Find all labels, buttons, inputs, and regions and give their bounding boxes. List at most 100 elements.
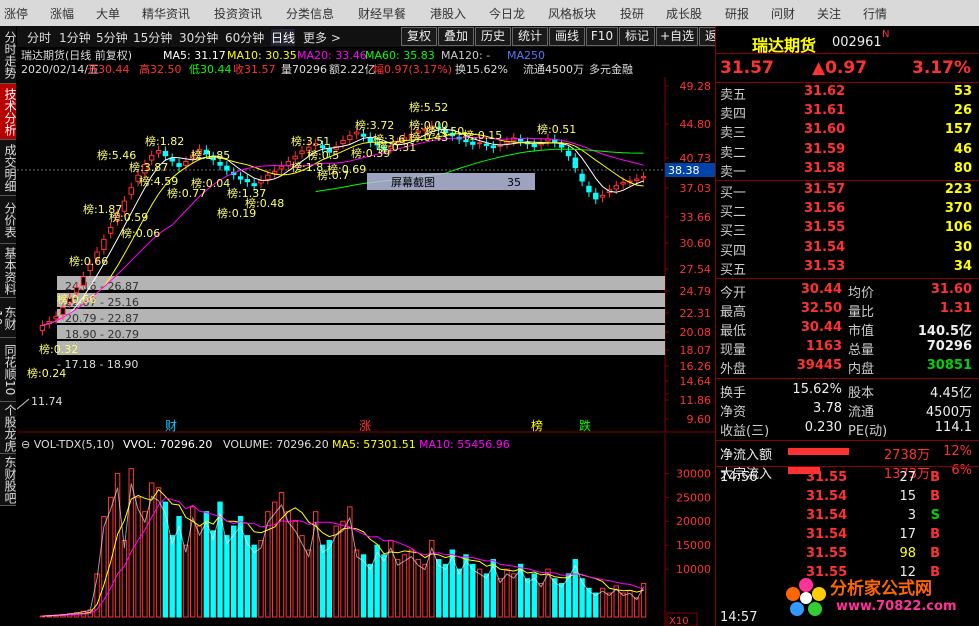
top-menu-item[interactable]: 精华资讯 [142,5,190,22]
period-tab-4[interactable]: 30分钟 [179,29,218,46]
trade-time: 14:56 [720,470,758,485]
left-tab-1[interactable]: 技术分析 [0,84,17,140]
top-menu-item[interactable]: 港股入 [430,5,466,22]
ask-volume: 157 [944,122,972,138]
top-menu-item[interactable]: 研报 [725,5,749,22]
bid-price[interactable]: 31.54 [804,240,845,255]
toolbar-button-1[interactable]: 叠加 [438,27,474,46]
last-price: 31.57 [720,58,774,78]
price-axis-label: 37.03 [680,182,712,195]
header-amount: 额2.22亿 [329,63,376,76]
candle-body [517,138,524,142]
price-axis-label: 11.86 [680,394,712,407]
header-amp: 幅0.97(3.17%) [373,63,452,76]
volume-bar [203,511,210,618]
period-tab-0[interactable]: 分时 [27,29,51,46]
toolbar-button-0[interactable]: 复权 [401,27,437,46]
bid-price[interactable]: 31.57 [804,182,845,197]
candle-body [169,157,175,162]
volume-bar [524,578,531,618]
period-tab-2[interactable]: 5分钟 [96,29,128,46]
top-menu-item[interactable]: 涨停 [4,5,28,22]
candle-body [149,155,155,161]
top-menu-item[interactable]: 大单 [96,5,120,22]
toolbar-button-6[interactable]: 标记 [619,27,655,46]
top-menu-item[interactable]: 财经早餐 [358,5,406,22]
bang-label: 榜:0.66 [69,254,108,268]
bang-label: 榜:0.06 [121,226,160,240]
volume-bar [340,520,346,618]
bang-label: 榜:0.15 [463,128,502,142]
top-menu-item[interactable]: 风格板块 [548,5,596,22]
left-tab-2[interactable]: 成交明细 [0,140,17,196]
toolbar-button-4[interactable]: 画线 [549,27,585,46]
bid-label: 买五 [720,262,747,278]
left-tab-8[interactable]: 东财股吧 [0,454,17,506]
price-axis-label: 24.79 [680,285,712,298]
top-menu-item[interactable]: 投研 [620,5,644,22]
top-menu-bar: 涨停 涨幅 大单 精华资讯 投资资讯 分类信息 财经早餐 港股入 今日龙 风格板块 投研 成长股 研报 问… [0,0,979,27]
top-menu-item[interactable]: 分类信息 [286,5,334,22]
candle-body [176,163,182,167]
bid-price[interactable]: 31.55 [804,220,845,235]
top-menu-item[interactable]: 行情 [863,5,887,22]
bang-label: 榜:0.59 [109,210,148,224]
left-tab-6[interactable]: 同花顺10 [0,338,17,402]
bang-label: 榜:1.85 [191,148,230,162]
bid-price[interactable]: 31.53 [804,259,845,274]
candle-body [251,183,257,187]
top-menu-item[interactable]: 涨幅 [50,5,74,22]
top-menu-item[interactable]: 问财 [771,5,795,22]
price-axis-label: 22.31 [680,307,712,320]
ask-price[interactable]: 31.61 [804,103,845,118]
candle-body [217,161,223,166]
stat-value: 70296 [926,339,972,354]
flow-bar [788,448,849,455]
header-ma60: MA60: 35.83 [365,49,435,62]
trade-time-last: 14:57 [720,610,758,625]
candle-body [620,181,626,185]
top-menu-item[interactable]: 成长股 [666,5,702,22]
top-menu-item[interactable]: 关注 [817,5,841,22]
volume-bar [476,568,483,618]
toolbar-button-3[interactable]: 统计 [512,27,548,46]
bid-volume: 223 [944,182,972,197]
bid-price[interactable]: 31.56 [804,201,845,216]
toolbar-button-5[interactable]: F10 [586,27,618,46]
event-label: 榜 [531,418,543,433]
left-tab-3[interactable]: 分价表 [0,196,17,244]
stat-label: PE(动) [848,424,888,439]
ask-price[interactable]: 31.58 [804,161,845,176]
top-menu-item[interactable]: 今日龙 [489,5,525,22]
left-tab-5[interactable]: 东财10 [0,298,17,338]
candle-body [613,185,619,190]
trades-divider [716,466,979,467]
candle-body [593,192,599,200]
top-menu-item[interactable]: 投资资讯 [214,5,262,22]
period-tab-6[interactable]: 日线 [271,29,296,46]
ask-price[interactable]: 31.62 [804,84,845,99]
left-tab-7[interactable]: 个股龙虎 [0,402,17,454]
kline-chart[interactable]: 瑞达期货(日线 前复权) MA5: 31.17 MA10: 30.35 MA20: 3… [17,47,715,626]
ask-price[interactable]: 31.60 [804,122,845,137]
left-tab-4[interactable]: 基本资料 [0,244,17,298]
stat-label: 均价 [848,286,875,301]
period-tab-7[interactable]: 更多 > [303,29,341,46]
book-divider [716,180,979,181]
left-tab-0[interactable]: 分时走势 [0,26,17,84]
period-tab-5[interactable]: 60分钟 [225,29,264,46]
toolbar-button-7[interactable]: +自选 [656,27,698,46]
ask-price[interactable]: 31.59 [804,142,845,157]
stats-divider [716,278,979,279]
toolbar-button-2[interactable]: 历史 [475,27,511,46]
header-float: 流通4500万 [523,62,584,76]
period-tab-3[interactable]: 15分钟 [133,29,172,46]
candle-body [634,178,640,182]
candle-body [265,174,271,180]
volume-bar [552,578,558,618]
candle-body [483,143,490,146]
candle-body [299,150,305,155]
period-tab-1[interactable]: 1分钟 [59,29,91,46]
ask-volume: 46 [953,141,972,157]
stat-label: 股本 [848,386,875,401]
